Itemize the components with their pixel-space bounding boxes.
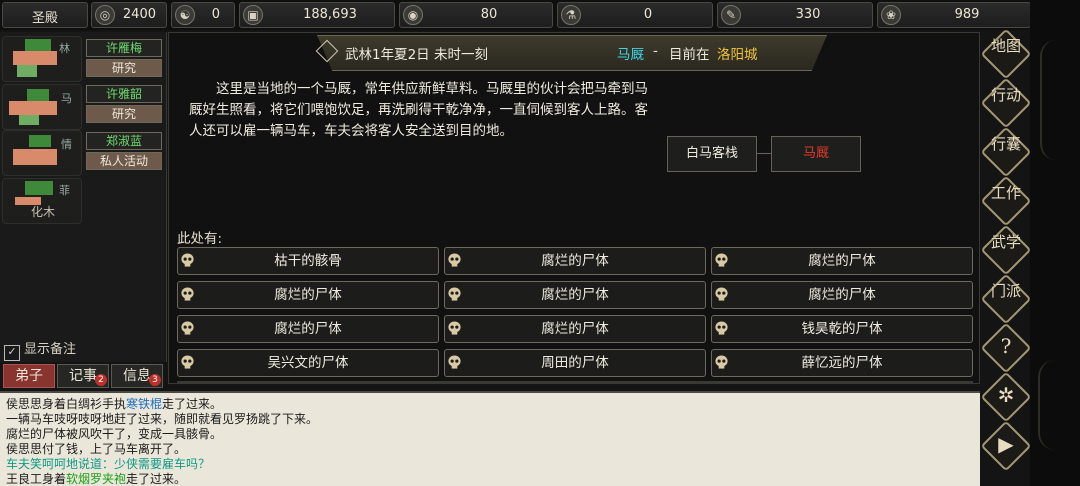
skull-icon <box>448 321 461 335</box>
object-button[interactable]: 钱昊乾的尸体 <box>711 315 973 343</box>
rank-label: 圣殿 <box>31 11 58 26</box>
object-button[interactable]: 腐烂的尸体 <box>177 281 439 309</box>
here-label: 此处有: <box>177 231 223 247</box>
member-name[interactable]: 许雅韶 <box>86 85 162 103</box>
object-label: 腐烂的尸体 <box>808 253 876 269</box>
map-node[interactable]: 白马客栈 <box>667 136 757 172</box>
object-button[interactable]: 周田的尸体 <box>444 349 706 377</box>
skull-icon <box>181 253 194 267</box>
object-button[interactable]: 腐烂的尸体 <box>711 281 973 309</box>
object-button[interactable]: 腐烂的尸体 <box>711 247 973 275</box>
object-label: 薛忆远的尸体 <box>801 355 883 371</box>
border-decoration <box>1030 0 1080 486</box>
play-icon[interactable]: ▶ <box>988 428 1024 464</box>
side-menu: 地图行动行囊工作武学门派? ✲ ▶ <box>980 28 1032 486</box>
skull-icon <box>715 287 728 301</box>
header-separator: - <box>653 43 658 59</box>
current-prefix: 目前在 <box>669 47 710 63</box>
notification-badge: 3 <box>149 374 161 386</box>
object-label: 钱昊乾的尸体 <box>801 321 883 337</box>
map-node-current[interactable]: 马厩 <box>771 136 861 172</box>
side-button[interactable]: 门派 <box>988 281 1024 317</box>
member-name[interactable]: 郑淑蓝 <box>86 132 162 150</box>
tab-messages[interactable]: 信息 3 <box>111 364 163 388</box>
location-panel: 武林1年夏2日 未时一刻 马厩 - 目前在 洛阳城 这里是当地的一个马厩，常年供… <box>168 32 980 384</box>
notification-badge: 2 <box>95 374 107 386</box>
scroll-edge <box>177 381 973 383</box>
member-activity[interactable]: 研究 <box>86 59 162 77</box>
checkbox-icon: ✓ <box>4 345 20 361</box>
side-button[interactable]: 工作 <box>988 183 1024 219</box>
skull-icon <box>448 355 461 369</box>
scroll-icon: ✎ <box>721 5 741 25</box>
skull-icon <box>448 287 461 301</box>
coin-icon: ◎ <box>95 5 115 25</box>
log-line: 王良工身着软烟罗夹袍走了过来。 <box>6 472 187 486</box>
party-slot[interactable]: 情 <box>2 130 82 176</box>
show-notes-label: 显示备注 <box>24 342 77 357</box>
object-label: 吴兴文的尸体 <box>267 355 349 371</box>
settings-gear-icon[interactable]: ✲ <box>988 379 1024 415</box>
resource-bar: 圣殿 ◎ 2400 ☯ 0 ▣ 188,693 ◉ 80 ⚗ 0 ✎ 330 ❀… <box>0 0 1080 30</box>
dragon-resource: ❀ 989 <box>877 2 1031 28</box>
mortar-resource: ⚗ 0 <box>557 2 713 28</box>
map-link <box>757 153 771 154</box>
object-button[interactable]: 薛忆远的尸体 <box>711 349 973 377</box>
party-panel: 林 马 情 菲 化木 许雁梅 研究 许雅韶 研究 郑淑蓝 私人活动 <box>0 32 167 362</box>
location-name: 马厩 <box>617 47 644 63</box>
object-label: 腐烂的尸体 <box>541 253 609 269</box>
object-label: 腐烂的尸体 <box>274 287 342 303</box>
scroll-resource: ✎ 330 <box>717 2 873 28</box>
object-button[interactable]: 吴兴文的尸体 <box>177 349 439 377</box>
skull-icon <box>715 321 728 335</box>
rank-badge: 圣殿 <box>2 2 88 28</box>
party-slot[interactable]: 菲 化木 <box>2 178 82 224</box>
yinyang-icon: ☯ <box>175 5 195 25</box>
object-label: 腐烂的尸体 <box>274 321 342 337</box>
food-bowl-icon: ◉ <box>403 5 423 25</box>
tab-disciples[interactable]: 弟子 <box>3 364 55 388</box>
show-notes-toggle[interactable]: ✓ 显示备注 <box>4 338 76 361</box>
game-date: 武林1年夏2日 未时一刻 <box>345 47 488 63</box>
dragon-icon: ❀ <box>881 5 901 25</box>
object-label: 腐烂的尸体 <box>541 321 609 337</box>
side-button[interactable]: 武学 <box>988 232 1024 268</box>
tab-journal[interactable]: 记事 2 <box>57 364 109 388</box>
object-button[interactable]: 腐烂的尸体 <box>444 315 706 343</box>
skull-icon <box>715 253 728 267</box>
side-button[interactable]: 行囊 <box>988 134 1024 170</box>
coin-resource: ◎ 2400 <box>91 2 167 28</box>
object-label: 腐烂的尸体 <box>541 287 609 303</box>
skull-icon <box>181 355 194 369</box>
mortar-icon: ⚗ <box>561 5 581 25</box>
object-button[interactable]: 腐烂的尸体 <box>177 315 439 343</box>
object-button[interactable]: 腐烂的尸体 <box>444 247 706 275</box>
location-description: 这里是当地的一个马厩，常年供应新鲜草料。马厩里的伙计会把马牵到马厩好生照看，将它… <box>189 81 648 139</box>
skull-icon <box>181 287 194 301</box>
object-label: 周田的尸体 <box>541 355 609 371</box>
side-button[interactable]: 地图 <box>988 36 1024 72</box>
member-name[interactable]: 许雁梅 <box>86 39 162 57</box>
party-slot[interactable]: 马 <box>2 84 82 130</box>
food-resource: ◉ 80 <box>399 2 553 28</box>
party-slot[interactable]: 林 <box>2 36 82 82</box>
event-log[interactable]: 侯思思身着白绸衫手执寒铁棍走了过来。 一辆马车吱呀吱呀地赶了过来，随即就看见罗扬跳… <box>0 391 980 486</box>
skull-icon <box>715 355 728 369</box>
yinyang-resource: ☯ 0 <box>171 2 235 28</box>
object-label: 腐烂的尸体 <box>808 287 876 303</box>
side-button[interactable]: 行动 <box>988 85 1024 121</box>
object-button[interactable]: 腐烂的尸体 <box>444 281 706 309</box>
object-button[interactable]: 枯干的骸骨 <box>177 247 439 275</box>
copper-coin-icon: ▣ <box>243 5 263 25</box>
city-name: 洛阳城 <box>717 47 758 63</box>
skull-icon <box>448 253 461 267</box>
object-label: 枯干的骸骨 <box>274 253 342 269</box>
help-icon[interactable]: ? <box>988 330 1024 366</box>
copper-coin-resource: ▣ 188,693 <box>239 2 395 28</box>
member-activity[interactable]: 私人活动 <box>86 152 162 170</box>
member-activity[interactable]: 研究 <box>86 105 162 123</box>
skull-icon <box>181 321 194 335</box>
